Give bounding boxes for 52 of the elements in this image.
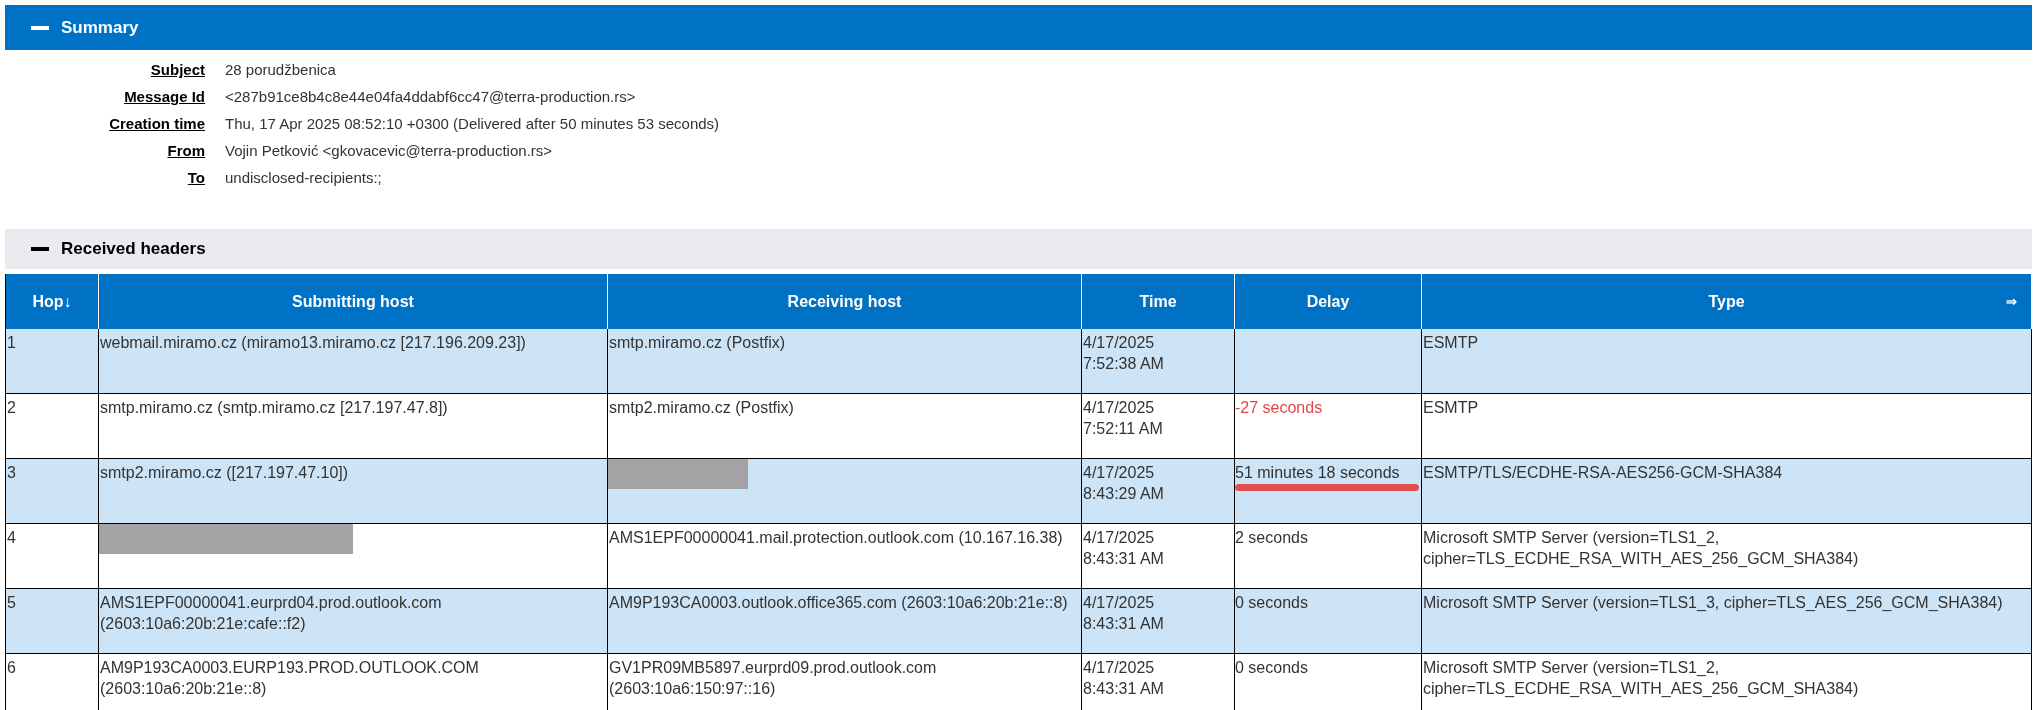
field-value: <287b91ce8b4c8e44e04fa4ddabf6cc47@terra-production.rs> — [225, 87, 637, 107]
table-cell: 51 minutes 18 seconds — [1235, 459, 1422, 523]
table-cell: 0 seconds — [1235, 654, 1422, 710]
table-cell: 4/17/2025 7:52:11 AM — [1082, 394, 1235, 458]
field-value: undisclosed-recipients:; — [225, 168, 383, 188]
table-cell: 4/17/2025 7:52:38 AM — [1082, 329, 1235, 393]
field-label: From — [167, 141, 205, 161]
table-cell: 0 seconds — [1235, 589, 1422, 653]
column-header[interactable]: Type — [1708, 289, 1745, 314]
table-cell: 4/17/2025 8:43:29 AM — [1082, 459, 1235, 523]
table-cell: AM9P193CA0003.EURP193.PROD.OUTLOOK.COM (2603:10a6:20b:21e::8) — [99, 654, 608, 710]
field-value: Thu, 17 Apr 2025 08:52:10 +0300 (Delivered after 50 minutes 53 seconds) — [225, 114, 721, 134]
table-cell: AMS1EPF00000041.eurprd04.prod.outlook.com (2603:10a6:20b:21e:cafe::f2) — [99, 589, 608, 653]
table-cell: ESMTP — [1422, 329, 2032, 393]
section-header[interactable]: Received headers — [5, 229, 2032, 269]
table-cell: ESMTP/TLS/ECDHE-RSA-AES256-GCM-SHA384 — [1422, 459, 2032, 523]
table-cell: smtp.miramo.cz (smtp.miramo.cz [217.197.47.8]) — [99, 394, 608, 458]
table-cell: 5 — [6, 589, 99, 653]
table-cell: 4/17/2025 8:43:31 AM — [1082, 524, 1235, 588]
field-label: To — [187, 168, 205, 188]
table-cell: ESMTP — [1422, 394, 2032, 458]
table-cell: 2 seconds — [1235, 524, 1422, 588]
column-header[interactable]: Delay — [1306, 289, 1350, 314]
column-header-control[interactable]: ⇒ — [2006, 291, 2017, 312]
section-title: Summary — [61, 16, 139, 39]
section-title: Received headers — [61, 238, 206, 261]
column-header[interactable]: Receiving host — [787, 289, 902, 314]
field-label: Creation time — [109, 114, 205, 134]
table-cell: webmail.miramo.cz (miramo13.miramo.cz [217.196.209.23]) — [99, 329, 608, 393]
table-cell: GV1PR09MB5897.eurprd09.prod.outlook.com (2603:10a6:150:97::16) — [608, 654, 1082, 710]
field-label: Message Id — [124, 87, 205, 107]
table-cell: Microsoft SMTP Server (version=TLS1_2, cipher=TLS_ECDHE_RSA_WITH_AES_256_GCM_SHA384) — [1422, 654, 2032, 710]
table-cell: 2 — [6, 394, 99, 458]
table-cell: 4/17/2025 8:43:31 AM — [1082, 589, 1235, 653]
column-header[interactable]: Hop↓ — [32, 289, 72, 314]
table-cell: 3 — [6, 459, 99, 523]
column-header[interactable]: Submitting host — [292, 289, 414, 314]
table-cell: smtp2.miramo.cz (Postfix) — [608, 394, 1082, 458]
field-label: Subject — [150, 60, 205, 80]
table-cell: 1 — [6, 329, 99, 393]
column-header[interactable]: Time — [1139, 289, 1177, 314]
section-header[interactable]: Summary — [5, 5, 2032, 50]
table-cell: -27 seconds — [1235, 394, 1422, 458]
table-cell: Microsoft SMTP Server (version=TLS1_2, cipher=TLS_ECDHE_RSA_WITH_AES_256_GCM_SHA384) — [1422, 524, 2032, 588]
table-cell: Microsoft SMTP Server (version=TLS1_3, cipher=TLS_AES_256_GCM_SHA384) — [1422, 589, 2032, 653]
field-value: 28 porudžbenica — [225, 60, 337, 80]
table-cell: AM9P193CA0003.outlook.office365.com (2603:10a6:20b:21e::8) — [608, 589, 1082, 653]
table-cell: AMS1EPF00000041.mail.protection.outlook.com (10.167.16.38) — [608, 524, 1082, 588]
table-cell: 4/17/2025 8:43:31 AM — [1082, 654, 1235, 710]
field-value: Vojin Petković <gkovacevic@terra-production.rs> — [225, 141, 554, 161]
table-cell: 6 — [6, 654, 99, 710]
table-cell: smtp.miramo.cz (Postfix) — [608, 329, 1082, 393]
